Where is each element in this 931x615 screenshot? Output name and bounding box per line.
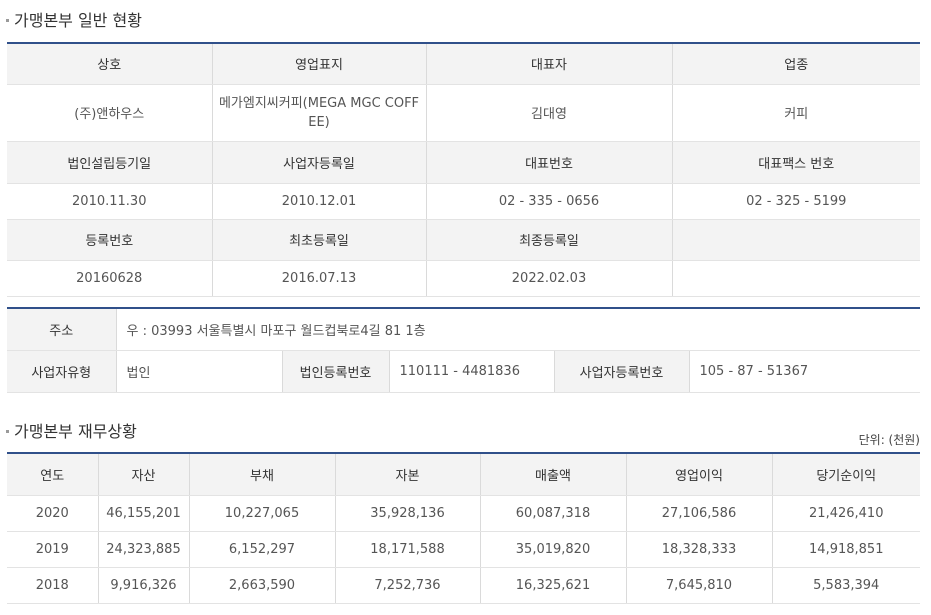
business-type-value: 법인 bbox=[116, 350, 283, 393]
liabilities-cell: 6,152,297 bbox=[189, 531, 336, 568]
corporate-number-label: 법인등록번호 bbox=[282, 350, 390, 393]
ceo-value: 김대영 bbox=[426, 84, 673, 142]
net-income-cell: 14,918,851 bbox=[772, 531, 920, 568]
last-registration-date-value: 2022.02.03 bbox=[426, 260, 673, 297]
revenue-cell: 35,019,820 bbox=[480, 531, 627, 568]
header-first-registration-date: 최초등록일 bbox=[212, 219, 427, 261]
header-industry: 업종 bbox=[672, 43, 920, 85]
bullet-icon bbox=[6, 19, 9, 22]
header-business-registration-date: 사업자등록일 bbox=[212, 141, 427, 184]
assets-cell: 24,323,885 bbox=[98, 531, 190, 568]
header-company-name: 상호 bbox=[7, 43, 213, 85]
header-ceo: 대표자 bbox=[426, 43, 673, 85]
header-revenue: 매출액 bbox=[480, 453, 627, 496]
business-number-label: 사업자등록번호 bbox=[554, 350, 690, 393]
operating-income-cell: 27,106,586 bbox=[626, 495, 773, 532]
net-income-cell: 5,583,394 bbox=[772, 567, 920, 604]
table-row: 2019 24,323,885 6,152,297 18,171,588 35,… bbox=[7, 531, 920, 568]
table-row: 연도 자산 부채 자본 매출액 영업이익 당기순이익 bbox=[7, 453, 920, 496]
year-cell: 2019 bbox=[7, 531, 99, 568]
business-number-value: 105 - 87 - 51367 bbox=[689, 350, 921, 393]
general-status-title: 가맹본부 일반 현황 bbox=[14, 11, 142, 30]
table-row: 등록번호 최초등록일 최종등록일 bbox=[7, 219, 920, 261]
industry-value: 커피 bbox=[672, 84, 920, 142]
address-label: 주소 bbox=[7, 308, 117, 351]
header-registration-number: 등록번호 bbox=[7, 219, 213, 261]
business-registration-date-value: 2010.12.01 bbox=[212, 183, 427, 220]
table-row: 주소 우 : 03993 서울특별시 마포구 월드컵북로4길 81 1층 bbox=[7, 308, 921, 351]
liabilities-cell: 10,227,065 bbox=[189, 495, 336, 532]
header-net-income: 당기순이익 bbox=[772, 453, 920, 496]
equity-cell: 18,171,588 bbox=[335, 531, 481, 568]
unit-label: 단위: (천원) bbox=[858, 433, 920, 447]
assets-cell: 9,916,326 bbox=[98, 567, 190, 604]
year-cell: 2020 bbox=[7, 495, 99, 532]
general-status-table: 상호 영업표지 대표자 업종 (주)앤하우스 메가엠지씨커피(MEGA MGC … bbox=[7, 42, 920, 297]
fax-value: 02 - 325 - 5199 bbox=[672, 183, 920, 220]
phone-value: 02 - 335 - 0656 bbox=[426, 183, 673, 220]
address-table: 주소 우 : 03993 서울특별시 마포구 월드컵북로4길 81 1층 사업자… bbox=[7, 307, 921, 393]
header-last-registration-date: 최종등록일 bbox=[426, 219, 673, 261]
table-row: 2018 9,916,326 2,663,590 7,252,736 16,32… bbox=[7, 567, 920, 604]
assets-cell: 46,155,201 bbox=[98, 495, 190, 532]
header-phone: 대표번호 bbox=[426, 141, 673, 184]
header-equity: 자본 bbox=[335, 453, 481, 496]
finance-title: 가맹본부 재무상황 bbox=[14, 422, 137, 441]
table-row: 2010.11.30 2010.12.01 02 - 335 - 0656 02… bbox=[7, 183, 920, 220]
first-registration-date-value: 2016.07.13 bbox=[212, 260, 427, 297]
incorporation-date-value: 2010.11.30 bbox=[7, 183, 213, 220]
revenue-cell: 60,087,318 bbox=[480, 495, 627, 532]
year-cell: 2018 bbox=[7, 567, 99, 604]
header-operating-income: 영업이익 bbox=[626, 453, 773, 496]
revenue-cell: 16,325,621 bbox=[480, 567, 627, 604]
table-row: 법인설립등기일 사업자등록일 대표번호 대표팩스 번호 bbox=[7, 141, 920, 184]
header-assets: 자산 bbox=[98, 453, 190, 496]
business-type-label: 사업자유형 bbox=[7, 350, 117, 393]
bullet-icon bbox=[6, 430, 9, 433]
operating-income-cell: 7,645,810 bbox=[626, 567, 773, 604]
registration-number-value: 20160628 bbox=[7, 260, 213, 297]
finance-section-title: 가맹본부 재무상황 bbox=[6, 419, 137, 441]
header-empty bbox=[672, 219, 920, 261]
header-incorporation-date: 법인설립등기일 bbox=[7, 141, 213, 184]
address-value: 우 : 03993 서울특별시 마포구 월드컵북로4길 81 1층 bbox=[116, 308, 921, 351]
table-row: (주)앤하우스 메가엠지씨커피(MEGA MGC COFFEE) 김대영 커피 bbox=[7, 84, 920, 142]
table-row: 2020 46,155,201 10,227,065 35,928,136 60… bbox=[7, 495, 920, 532]
header-fax: 대표팩스 번호 bbox=[672, 141, 920, 184]
corporate-number-value: 110111 - 4481836 bbox=[389, 350, 555, 393]
liabilities-cell: 2,663,590 bbox=[189, 567, 336, 604]
header-year: 연도 bbox=[7, 453, 99, 496]
equity-cell: 7,252,736 bbox=[335, 567, 481, 604]
header-liabilities: 부채 bbox=[189, 453, 336, 496]
equity-cell: 35,928,136 bbox=[335, 495, 481, 532]
brand-value: 메가엠지씨커피(MEGA MGC COFFEE) bbox=[212, 84, 427, 142]
general-status-section-title: 가맹본부 일반 현황 bbox=[6, 8, 142, 30]
table-row: 20160628 2016.07.13 2022.02.03 bbox=[7, 260, 920, 297]
header-brand: 영업표지 bbox=[212, 43, 427, 85]
operating-income-cell: 18,328,333 bbox=[626, 531, 773, 568]
table-row: 상호 영업표지 대표자 업종 bbox=[7, 43, 920, 85]
finance-table: 연도 자산 부채 자본 매출액 영업이익 당기순이익 2020 46,155,2… bbox=[7, 452, 920, 604]
table-row: 사업자유형 법인 법인등록번호 110111 - 4481836 사업자등록번호… bbox=[7, 350, 921, 393]
net-income-cell: 21,426,410 bbox=[772, 495, 920, 532]
empty-cell bbox=[672, 260, 920, 297]
company-name-value: (주)앤하우스 bbox=[7, 84, 213, 142]
